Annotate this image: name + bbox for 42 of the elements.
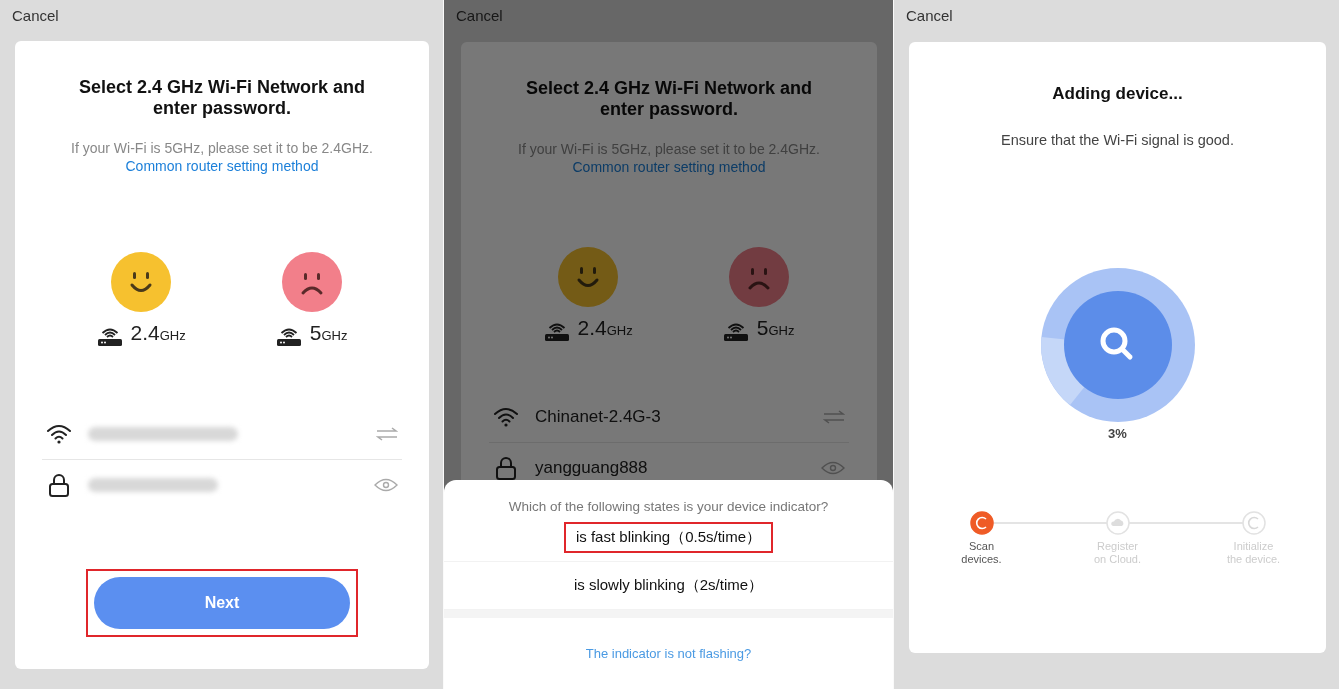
blurred-input[interactable] [88, 427, 238, 441]
swap-arrows-icon[interactable] [376, 427, 398, 441]
page-title: Select 2.4 GHz Wi-Fi Network and enter password. [79, 77, 365, 119]
cancel-link[interactable]: Cancel [456, 7, 503, 24]
sad-face-icon [281, 252, 342, 312]
hint-text: Ensure that the Wi-Fi signal is good. [1001, 132, 1234, 148]
band-label: 2.4GHz [130, 322, 186, 346]
hint-text: If your Wi-Fi is 5GHz, please set it to be 2.4GHz. [518, 141, 820, 157]
page-title: Adding device... [1052, 83, 1183, 104]
input-field[interactable]: Chinanet-2.4G-3 [535, 407, 661, 427]
router-icon [543, 322, 570, 342]
router-icon [96, 327, 123, 347]
band-label: 2.4GHz [577, 317, 633, 341]
swap-arrows-icon[interactable] [823, 410, 845, 424]
eye-icon[interactable] [821, 461, 845, 475]
next-button[interactable]: Next [94, 577, 350, 629]
lock-icon [46, 473, 72, 497]
router-setting-link[interactable]: Common router setting method [572, 159, 766, 175]
wifi-icon [46, 424, 72, 444]
smiley-face-icon [111, 252, 172, 312]
router-icon [275, 327, 302, 347]
band-label: 5GHz [756, 317, 795, 341]
eye-icon[interactable] [374, 478, 398, 492]
option-button[interactable]: is slowly blinking（2s/time） [561, 570, 776, 601]
page-title: Select 2.4 GHz Wi-Fi Network and enter password. [526, 78, 812, 120]
question-text: Which of the following states is your device indicator? [508, 499, 829, 514]
help-link[interactable]: The indicator is not flashing? [585, 646, 752, 661]
input-field[interactable]: yangguang888 [535, 458, 648, 478]
wifi-icon [493, 407, 519, 427]
router-setting-link[interactable]: Common router setting method [125, 158, 319, 174]
cancel-link[interactable]: Cancel [906, 7, 953, 24]
option-button[interactable]: is fast blinking（0.5s/time） [563, 522, 774, 553]
hint-text: If your Wi-Fi is 5GHz, please set it to be 2.4GHz. [71, 140, 373, 156]
step-label: Scan devices. [961, 540, 1002, 566]
router-icon [722, 322, 749, 342]
sad-face-icon [728, 247, 789, 307]
blurred-input[interactable] [88, 478, 218, 492]
cancel-link[interactable]: Cancel [12, 7, 59, 24]
smiley-face-icon [558, 247, 619, 307]
progress-percent: 3% [1108, 426, 1127, 441]
band-label: 5GHz [309, 322, 348, 346]
lock-icon [493, 456, 519, 480]
